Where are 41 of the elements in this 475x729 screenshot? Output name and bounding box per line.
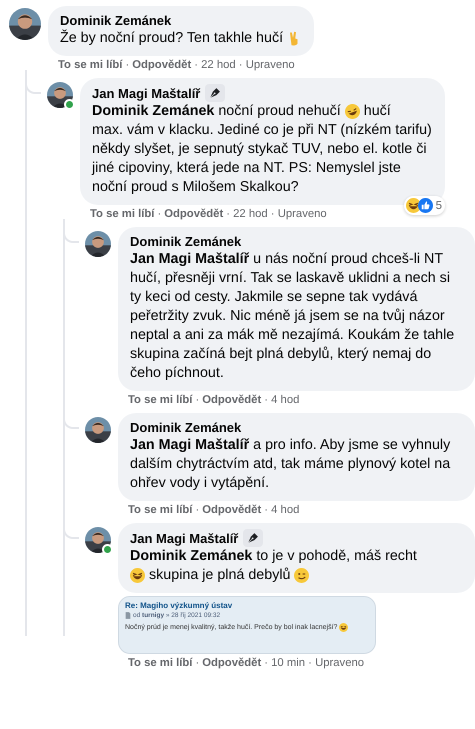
like-link[interactable]: To se mi líbí (128, 657, 192, 669)
author-name[interactable]: Jan Magi Maštalíř (92, 84, 200, 102)
comment-text: Jan Magi Maštalíř u nás noční proud chceš-li NT hučí, přesněji vrní. Tak se laskavě uklidni a nech si ty keci od cesty. Jakmile se sepne tak vydává peřetržity zvuk. Nic méně já jsem se na tvůj názor neptal a ani za mák mě nezajímá. Koukám že tahle skupina začíná bejt plná debylů, který nemaj do čeho píchnout. (130, 250, 456, 383)
separator-dot: · (195, 394, 200, 406)
reply-link[interactable]: Odpovědět (202, 394, 262, 406)
reaction-count-pill: 5 (404, 196, 445, 215)
laughing-face-icon (339, 623, 348, 632)
comment-meta: · 22 hod · Upraveno (226, 208, 327, 220)
reply-link[interactable]: Odpovědět (164, 208, 224, 220)
winking-face-icon (294, 568, 310, 583)
post-title: Re: Magiho výzkumný ústav (125, 601, 234, 610)
like-link[interactable]: To se mi líbí (128, 394, 192, 406)
like-link[interactable]: To se mi líbí (90, 208, 154, 220)
laughing-face-icon (130, 568, 145, 583)
reply-link[interactable]: Odpovědět (202, 657, 262, 669)
separator-dot: · (157, 208, 162, 220)
comment-meta: · 22 hod · Upraveno (194, 59, 295, 71)
comment-text: hučí (364, 102, 391, 121)
comment-meta: · 4 hod (264, 394, 300, 406)
separator-dot: · (125, 59, 130, 71)
separator-dot: · (195, 657, 200, 669)
comment-text: Jan Magi Maštalíř a pro info. Aby jsme se vyhnuly dalším chytráctvím atd, tak máme plynový kotel na ohřev vody i vytápění. (130, 436, 452, 493)
author-name[interactable]: Jan Magi Maštalíř (130, 530, 238, 546)
like-link[interactable]: To se mi líbí (128, 504, 192, 516)
reply-link[interactable]: Odpovědět (202, 504, 262, 516)
comment-text: Dominik Zemánek noční proud nehučí (92, 102, 341, 121)
comment-text: max. vám v klacku. Jediné co je při NT (nízkém tarifu) někdy slyšet, je sepnutý stykač TUV, nebo el. kotle či jiné cipoviny, která jede na NT. PS: Nemyslel jste noční proud s Milošem Skalkou? (92, 121, 433, 197)
comment-meta: · 4 hod (264, 504, 300, 516)
comment-meta: · 10 min · Upraveno (264, 657, 364, 669)
laughing-face-icon (344, 104, 360, 119)
author-name[interactable]: Dominik Zemánek (130, 419, 242, 436)
reply-link[interactable]: Odpovědět (132, 59, 192, 71)
comment-text: skupina je plná debylů (149, 566, 290, 585)
author-name[interactable]: Dominik Zemánek (130, 233, 242, 250)
comment-text: Že by noční proud? Ten takhle hučí (60, 29, 284, 48)
like-link[interactable]: To se mi líbí (58, 59, 122, 71)
thumbs-up-icon (418, 198, 433, 213)
separator-dot: · (195, 504, 200, 516)
comment-text: Dominik Zemánek to je v pohodě, máš recht (130, 547, 417, 566)
author-name[interactable]: Dominik Zemánek (60, 12, 172, 29)
document-icon (125, 612, 131, 619)
